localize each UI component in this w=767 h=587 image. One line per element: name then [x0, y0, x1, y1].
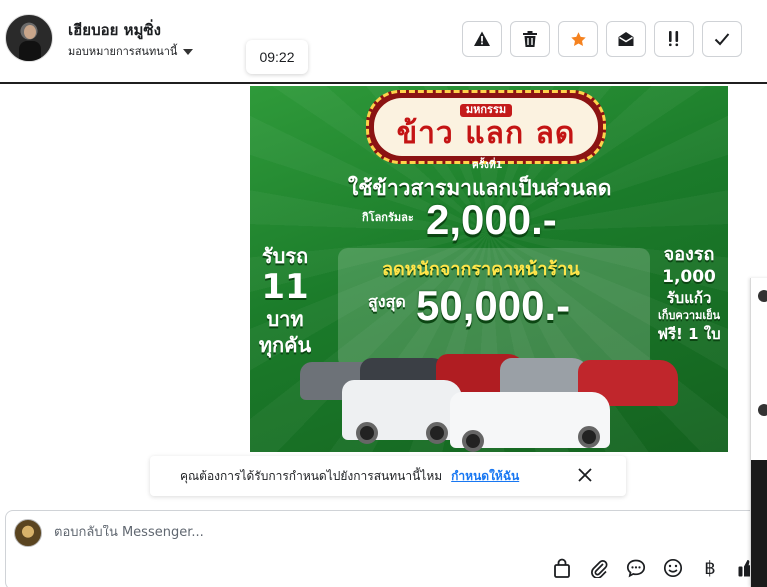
timestamp-tooltip: 09:22: [246, 40, 308, 74]
ad-max-label: สูงสุด: [368, 292, 406, 311]
mark-unread-button[interactable]: [606, 21, 646, 57]
wheel: [426, 422, 448, 444]
composer-tools: ฿: [551, 557, 758, 579]
side-bullet-icon: [758, 290, 767, 302]
contact-avatar[interactable]: [5, 14, 53, 62]
assign-label: มอบหมายการสนทนานี้: [68, 45, 178, 58]
report-spam-button[interactable]: [462, 21, 502, 57]
emoji-button[interactable]: [662, 557, 684, 579]
ad-per-kg-label: กิโลกรัมละ: [362, 211, 414, 224]
warning-icon: [474, 31, 490, 46]
baht-icon: ฿: [704, 557, 716, 579]
side-panel-partial: [750, 278, 767, 587]
mark-done-button[interactable]: [702, 21, 742, 57]
ad-marquee-sign: มหกรรม ข้าว แลก ลด: [366, 90, 606, 164]
reply-input[interactable]: [54, 525, 614, 540]
reply-composer: ฿: [5, 510, 765, 587]
ad-left-promo: รับรถ 11 บาท ทุกคัน: [254, 244, 316, 358]
attach-button[interactable]: [588, 557, 610, 579]
ad-car-lineup: [296, 352, 686, 452]
side-dark-strip: [751, 460, 767, 587]
side-bullet-icon: [758, 404, 767, 416]
bag-icon: [554, 558, 570, 578]
ad-image-attachment[interactable]: มหกรรม ข้าว แลก ลด ครั้งที่1 ใช้ข้าวสารม…: [250, 86, 728, 452]
delete-button[interactable]: [510, 21, 550, 57]
page-avatar: [14, 519, 42, 547]
envelope-open-icon: [618, 32, 634, 46]
ad-left-line3: บาท: [266, 307, 304, 331]
assign-to-me-banner: คุณต้องการได้รับการกำหนดไปยังการสนทนานี้…: [150, 456, 626, 496]
assign-question: คุณต้องการได้รับการกำหนดไปยังการสนทนานี้…: [180, 468, 443, 483]
ad-right-line5: ฟรี! 1 ใบ: [657, 325, 721, 343]
message-thread: มหกรรม ข้าว แลก ลด ครั้งที่1 ใช้ข้าวสารม…: [0, 86, 767, 452]
saved-replies-button[interactable]: [625, 557, 647, 579]
shop-button[interactable]: [551, 557, 573, 579]
assign-to-me-link[interactable]: กำหนดให้ฉัน: [451, 467, 519, 486]
ad-right-line4: เก็บความเย็น: [657, 309, 721, 322]
wheel: [462, 430, 484, 452]
smiley-icon: [663, 558, 683, 578]
ad-right-line1: จองรถ: [663, 244, 715, 265]
ad-left-line2: 11: [261, 267, 309, 307]
close-icon[interactable]: [577, 467, 593, 483]
chat-bubble-icon: [626, 559, 646, 578]
chevron-down-icon: [183, 48, 194, 55]
ad-right-promo: จองรถ 1,000 รับแก้ว เก็บความเย็น ฟรี! 1 …: [652, 244, 726, 344]
wheel: [578, 426, 600, 448]
star-button[interactable]: [558, 21, 598, 57]
assign-dropdown[interactable]: มอบหมายการสนทนานี้: [68, 42, 194, 60]
ad-sign-small-text: มหกรรม: [459, 103, 513, 117]
ad-right-line3: รับแก้ว: [666, 289, 712, 307]
ad-right-line2: 1,000: [662, 267, 716, 287]
follow-up-button[interactable]: [654, 21, 694, 57]
ad-left-line1: รับรถ: [261, 244, 309, 268]
ad-discount-label: ลดหนักจากราคาหน้าร้าน: [382, 259, 580, 280]
follow-up-icon: [669, 31, 679, 47]
paperclip-icon: [591, 560, 608, 578]
ad-round-label: ครั้งที่1: [472, 160, 503, 171]
payment-button[interactable]: ฿: [699, 557, 721, 579]
ad-price-per-kg: 2,000.-: [426, 196, 557, 243]
conversation-header: เฮียบอย หมูซิ่ง มอบหมายการสนทนานี้ 09:22: [0, 0, 767, 84]
wheel: [356, 422, 378, 444]
conversation-view: เฮียบอย หมูซิ่ง มอบหมายการสนทนานี้ 09:22: [0, 0, 767, 587]
checkmark-icon: [714, 33, 730, 46]
conversation-toolbar: [462, 21, 742, 57]
ad-max-discount: 50,000.-: [416, 282, 571, 329]
star-icon: [570, 31, 586, 46]
ad-sign-title: ข้าว แลก ลด: [396, 115, 576, 151]
trash-icon: [523, 31, 537, 47]
contact-name[interactable]: เฮียบอย หมูซิ่ง: [68, 18, 161, 42]
